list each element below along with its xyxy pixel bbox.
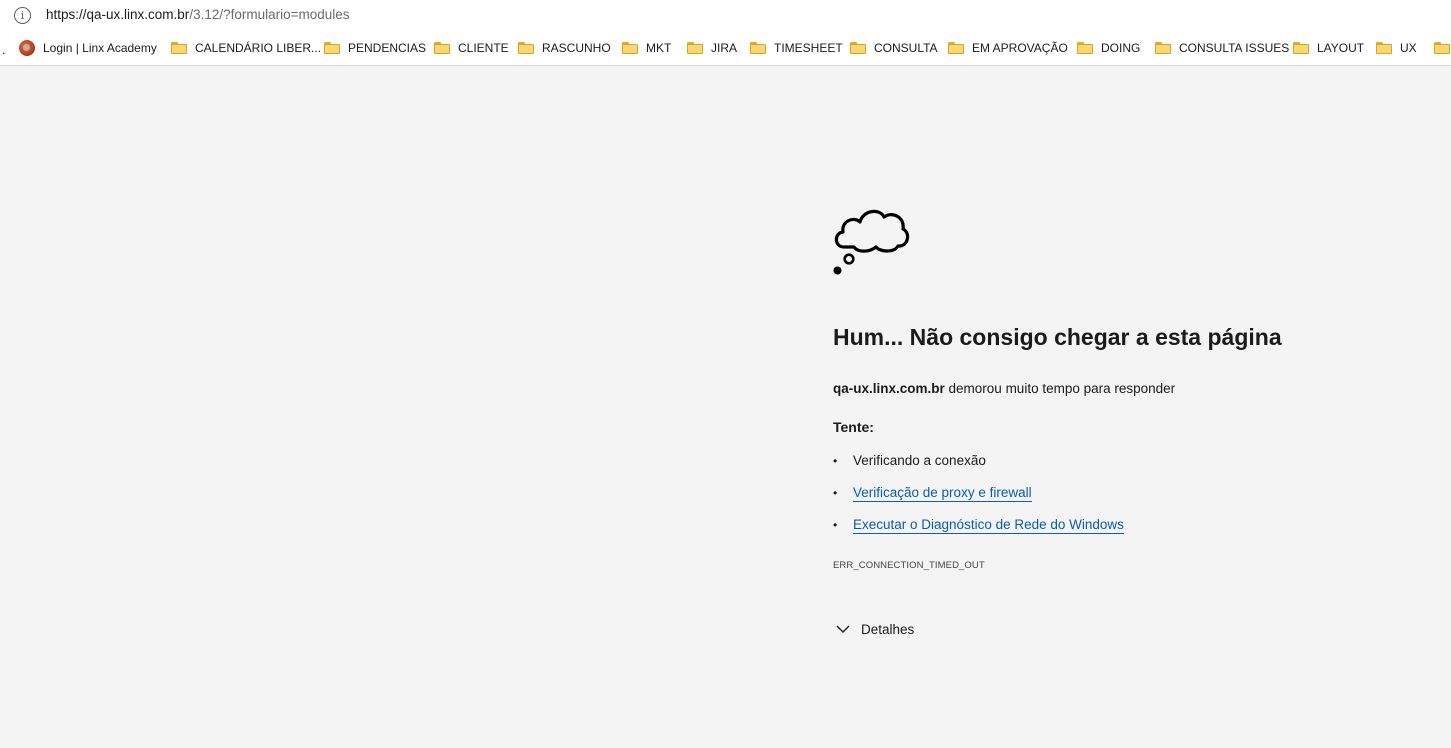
chevron-down-icon (836, 625, 850, 633)
bookmark-folder-jira[interactable]: JIRA (687, 31, 737, 65)
bookmark-folder-em-aprovacao[interactable]: EM APROVAÇÃO (948, 31, 1068, 65)
folder-icon (1434, 42, 1450, 54)
network-diagnostics-link[interactable]: Executar o Diagnóstico de Rede do Window… (853, 517, 1124, 534)
folder-icon (324, 42, 340, 54)
folder-icon (850, 42, 866, 54)
bookmark-folder-rascunho[interactable]: RASCUNHO (518, 31, 611, 65)
bookmark-folder-timesheet[interactable]: TIMESHEET (750, 31, 843, 65)
folder-icon (948, 42, 964, 54)
bookmark-label: DOING (1101, 41, 1141, 55)
bookmark-label: MKT (646, 41, 672, 55)
folder-icon (622, 42, 638, 54)
folder-icon (1077, 42, 1093, 54)
error-host: qa-ux.linx.com.br (833, 381, 945, 396)
bookmark-label: CLIENTE (458, 41, 509, 55)
error-description: qa-ux.linx.com.br demorou muito tempo pa… (833, 381, 1175, 396)
error-message: demorou muito tempo para responder (944, 381, 1176, 396)
folder-icon (1293, 42, 1309, 54)
bookmark-login-linx-academy[interactable]: Login | Linx Academy (19, 31, 157, 65)
folder-icon (434, 42, 450, 54)
suggestion-text: Verificando a conexão (853, 453, 986, 468)
bookmarks-overflow-marker: . (2, 43, 6, 57)
bookmark-label: CONSULTA (874, 41, 938, 55)
suggestion-proxy-firewall: • Verificação de proxy e firewall (833, 485, 1032, 502)
bookmark-folder-calendario[interactable]: CALENDÁRIO LIBER... (171, 31, 321, 65)
bookmark-label: TIMESHEET (774, 41, 843, 55)
suggestion-check-connection: • Verificando a conexão (833, 453, 986, 468)
bookmark-folder-mkt[interactable]: MKT (622, 31, 671, 65)
folder-icon (1376, 42, 1392, 54)
site-favicon-icon (19, 40, 35, 56)
error-code: ERR_CONNECTION_TIMED_OUT (833, 560, 985, 571)
details-label: Detalhes (861, 621, 915, 637)
suggestion-network-diagnostics: • Executar o Diagnóstico de Rede do Wind… (833, 517, 1124, 534)
bookmark-label: LAYOUT (1317, 41, 1365, 55)
bookmark-label: RASCUNHO (542, 41, 611, 55)
url-host: https://qa-ux.linx.com.br (46, 7, 190, 22)
bookmark-folder-cliente[interactable]: CLIENTE (434, 31, 509, 65)
bookmark-folder-pendencias[interactable]: PENDENCIAS (324, 31, 426, 65)
address-bar[interactable]: i https://qa-ux.linx.com.br/3.12/?formul… (0, 0, 1451, 31)
bookmark-folder-consulta-issues[interactable]: CONSULTA ISSUES (1155, 31, 1289, 65)
bookmark-folder-ux[interactable]: UX (1376, 31, 1417, 65)
proxy-firewall-link[interactable]: Verificação de proxy e firewall (853, 485, 1032, 502)
details-toggle[interactable]: Detalhes (833, 619, 914, 639)
folder-icon (750, 42, 766, 54)
thought-cloud-icon (833, 209, 910, 275)
bookmarks-bar: . Login | Linx Academy CALENDÁRIO LIBER.… (0, 31, 1451, 66)
bookmark-label: CONSULTA ISSUES (1179, 41, 1290, 55)
folder-icon (1155, 42, 1171, 54)
bookmark-folder-layout[interactable]: LAYOUT (1293, 31, 1364, 65)
bookmark-label: JIRA (711, 41, 738, 55)
error-title: Hum... Não consigo chegar a esta página (833, 324, 1282, 350)
folder-icon (687, 42, 703, 54)
bookmark-label: PENDENCIAS (348, 41, 427, 55)
bookmark-folder-partial[interactable] (1434, 31, 1451, 65)
bullet: • (833, 486, 838, 500)
bullet: • (833, 454, 838, 468)
url-field[interactable]: https://qa-ux.linx.com.br/3.12/?formular… (46, 7, 350, 22)
folder-icon (171, 42, 187, 54)
bullet: • (833, 518, 838, 532)
bookmark-folder-doing[interactable]: DOING (1077, 31, 1140, 65)
bookmark-label: EM APROVAÇÃO (972, 41, 1068, 55)
info-icon[interactable]: i (14, 7, 31, 24)
try-label: Tente: (833, 419, 874, 435)
bookmark-label: UX (1400, 41, 1417, 55)
bookmark-label: CALENDÁRIO LIBER... (195, 41, 322, 55)
url-path: /3.12/?formulario=modules (189, 7, 350, 22)
folder-icon (518, 42, 534, 54)
bookmark-folder-consulta[interactable]: CONSULTA (850, 31, 938, 65)
bookmark-label: Login | Linx Academy (43, 41, 157, 55)
